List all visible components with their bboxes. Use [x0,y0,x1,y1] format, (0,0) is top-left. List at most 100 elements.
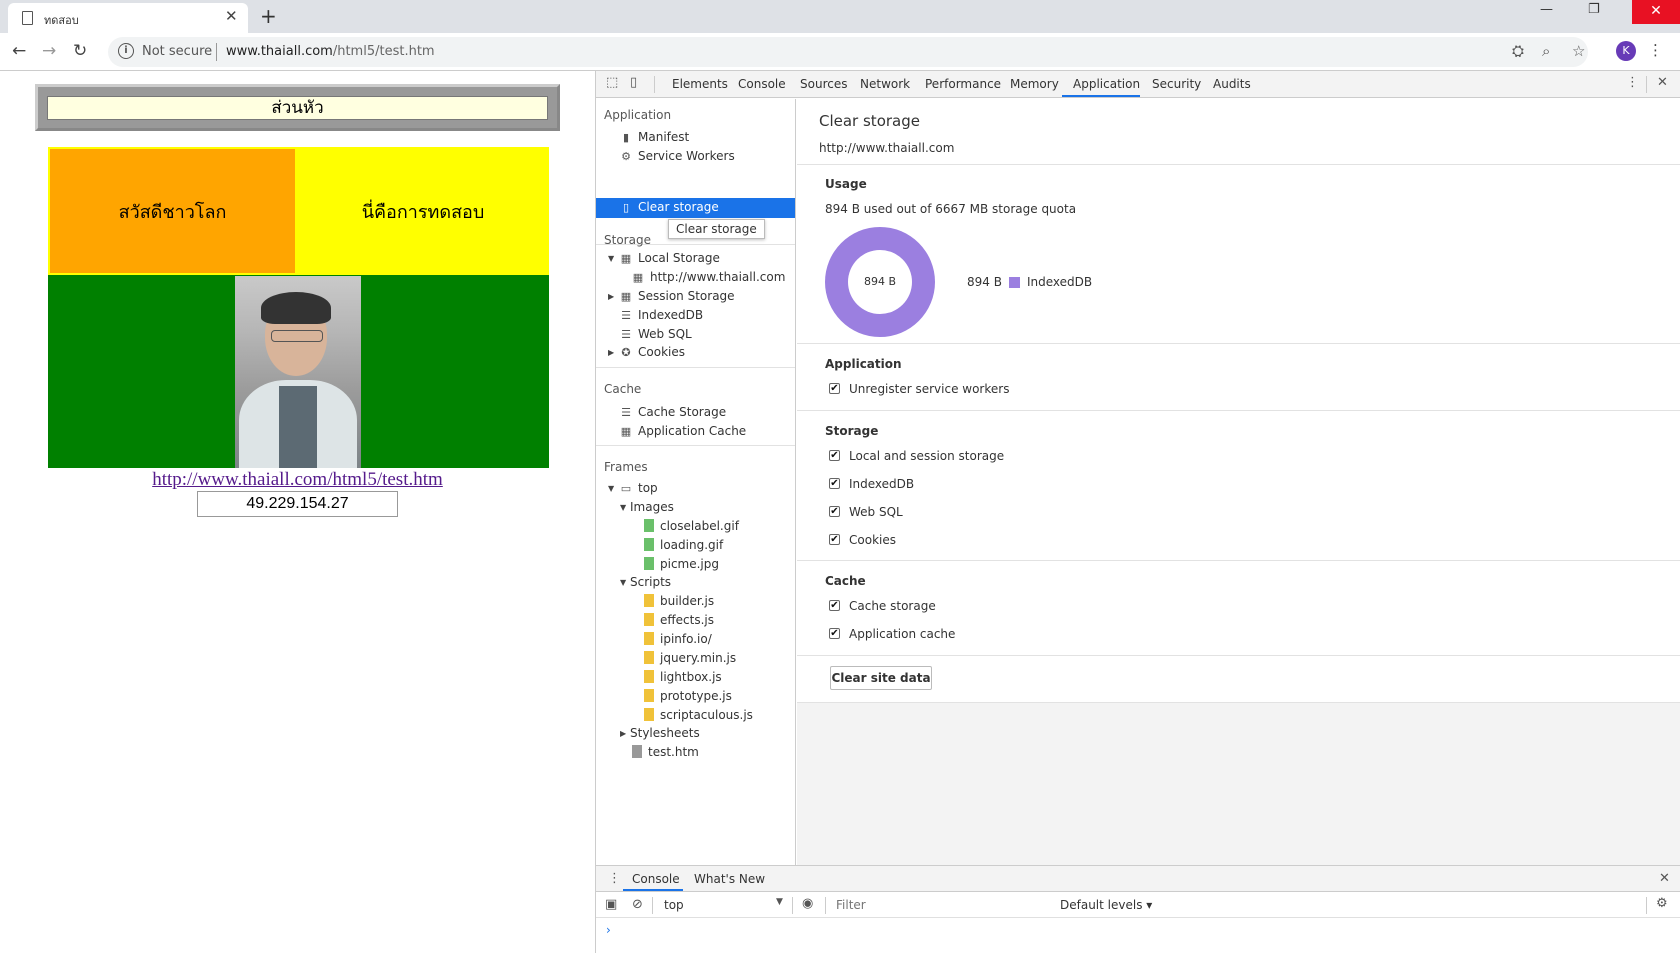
sidebar-folder-images[interactable]: Images [630,500,674,514]
sidebar-item-service-workers[interactable]: ⚙ Service Workers [620,149,735,163]
sidebar-item-local-storage-origin[interactable]: ▦ http://www.thaiall.com [632,270,786,284]
section-divider [797,655,1680,656]
usage-donut-chart: 894 B [825,227,935,337]
collapse-triangle-icon[interactable]: ▶ [620,729,626,738]
restore-button[interactable]: ❐ [1588,2,1600,17]
collapse-triangle-icon[interactable]: ▶ [608,292,614,301]
device-toolbar-icon[interactable]: ▯ [630,75,637,90]
zoom-icon[interactable]: ⌕ [1542,42,1550,60]
page-url-link[interactable]: http://www.thaiall.com/html5/test.htm [0,469,595,491]
drawer-close-icon[interactable]: ✕ [1659,871,1670,886]
expand-triangle-icon[interactable]: ▼ [608,484,614,493]
drawer-tab-console[interactable]: Console [632,872,680,886]
cookie-icon: ✪ [621,346,631,359]
drawer-tab-whats-new[interactable]: What's New [694,872,765,886]
page-header: ส่วนหัว [47,96,548,120]
expand-triangle-icon[interactable]: ▼ [620,578,626,587]
drawer-tab-bar: ⋮ Console What's New ✕ [596,866,1680,892]
tab-elements[interactable]: Elements [672,77,728,91]
eye-icon[interactable]: ◉ [802,896,813,911]
cache-checkbox[interactable]: ✔ [829,628,840,639]
sidebar-toggle-icon[interactable]: ▣ [605,897,617,912]
browser-tab[interactable]: ทดสอบ ✕ [8,3,248,33]
document-file-icon [632,745,642,758]
tab-console[interactable]: Console [738,77,786,91]
expand-triangle-icon[interactable]: ▼ [608,254,614,263]
devtools-menu-icon[interactable]: ⋮ [1626,75,1639,90]
sidebar-file-script[interactable]: prototype.js [644,689,732,703]
window-close-button[interactable]: ✕ [1632,0,1680,24]
sidebar-file-image[interactable]: loading.gif [644,538,723,552]
sidebar-divider [596,367,795,368]
tab-performance[interactable]: Performance [925,77,1001,91]
sidebar-item-indexeddb[interactable]: ☰ IndexedDB [620,308,703,322]
sidebar-item-manifest[interactable]: ▮ Manifest [620,130,689,144]
sidebar-item-local-storage[interactable]: ▦ Local Storage [620,251,720,265]
storage-option-label: Local and session storage [849,449,1005,463]
reload-icon[interactable]: ↻ [73,41,87,61]
inspect-element-icon[interactable]: ⬚ [606,75,618,90]
profile-avatar[interactable]: K [1616,41,1636,61]
back-arrow-icon[interactable]: ← [12,41,26,61]
sidebar-item-web-sql[interactable]: ☰ Web SQL [620,327,692,341]
url-text[interactable]: www.thaiall.com/html5/test.htm [226,44,435,59]
log-levels-dropdown[interactable]: Default levels ▾ [1060,898,1152,912]
sidebar-file-image[interactable]: picme.jpg [644,557,719,571]
storage-checkbox[interactable]: ✔ [829,534,840,545]
sidebar-file-script[interactable]: jquery.min.js [644,651,736,665]
console-prompt[interactable]: › [606,923,611,937]
sidebar-item-label: Service Workers [638,149,735,163]
tab-memory[interactable]: Memory [1010,77,1059,91]
tab-application[interactable]: Application [1073,77,1140,91]
unregister-sw-checkbox[interactable]: ✔ [829,383,840,394]
sidebar-file-script[interactable]: lightbox.js [644,670,722,684]
sidebar-file-document[interactable]: test.htm [632,745,699,759]
cache-checkbox[interactable]: ✔ [829,600,840,611]
sidebar-item-cookies[interactable]: ✪ Cookies [620,345,685,359]
clear-site-data-button[interactable]: Clear site data [830,666,932,690]
settings-gear-icon[interactable]: ⚙ [1656,896,1668,911]
grid-icon: ▦ [620,290,632,303]
tab-sources[interactable]: Sources [800,77,847,91]
forward-arrow-icon[interactable]: → [42,41,56,61]
translate-icon[interactable]: ⛭ [1512,42,1524,60]
storage-checkbox[interactable]: ✔ [829,506,840,517]
devtools-close-icon[interactable]: ✕ [1657,75,1668,90]
sidebar-file-script[interactable]: ipinfo.io/ [644,632,712,646]
web-page: ส่วนหัว สวัสดีชาวโลก นี่คือการทดสอบ http… [0,71,595,953]
sidebar-file-image[interactable]: closelabel.gif [644,519,739,533]
info-icon[interactable]: i [118,43,134,59]
tab-security[interactable]: Security [1152,77,1201,91]
sidebar-file-script[interactable]: effects.js [644,613,714,627]
expand-triangle-icon[interactable]: ▼ [620,503,626,512]
url-path: /html5/test.htm [332,44,435,59]
sidebar-item-application-cache[interactable]: ▦ Application Cache [620,424,746,438]
context-selector[interactable]: top [664,898,684,912]
clear-console-icon[interactable]: ⊘ [632,897,643,912]
sidebar-folder-scripts[interactable]: Scripts [630,575,671,589]
grid-icon: ▦ [620,252,632,265]
sidebar-file-script[interactable]: scriptaculous.js [644,708,753,722]
sidebar-item-label: jquery.min.js [660,651,737,665]
script-file-icon [644,708,654,721]
address-bar[interactable]: i Not secure www.thaiall.com/html5/test.… [108,37,1588,67]
storage-checkbox[interactable]: ✔ [829,478,840,489]
sidebar-item-frame-top[interactable]: ▭ top [620,481,658,495]
console-filter-input[interactable] [832,895,1052,915]
minimize-button[interactable]: — [1540,2,1553,17]
new-tab-button[interactable]: + [260,4,277,28]
sidebar-folder-stylesheets[interactable]: Stylesheets [630,726,700,740]
collapse-triangle-icon[interactable]: ▶ [608,348,614,357]
bookmark-star-icon[interactable]: ☆ [1572,42,1585,60]
storage-checkbox[interactable]: ✔ [829,450,840,461]
tab-close-icon[interactable]: ✕ [225,7,238,25]
sidebar-item-clear-storage[interactable]: ▯ Clear storage [620,200,719,214]
drawer-menu-icon[interactable]: ⋮ [608,871,621,886]
sidebar-item-session-storage[interactable]: ▦ Session Storage [620,289,735,303]
tab-network[interactable]: Network [860,77,910,91]
sidebar-file-script[interactable]: builder.js [644,594,714,608]
sidebar-item-cache-storage[interactable]: ☰ Cache Storage [620,405,726,419]
chevron-down-icon[interactable]: ▼ [776,897,783,907]
tab-audits[interactable]: Audits [1213,77,1251,91]
browser-menu-icon[interactable]: ⋮ [1648,41,1663,59]
